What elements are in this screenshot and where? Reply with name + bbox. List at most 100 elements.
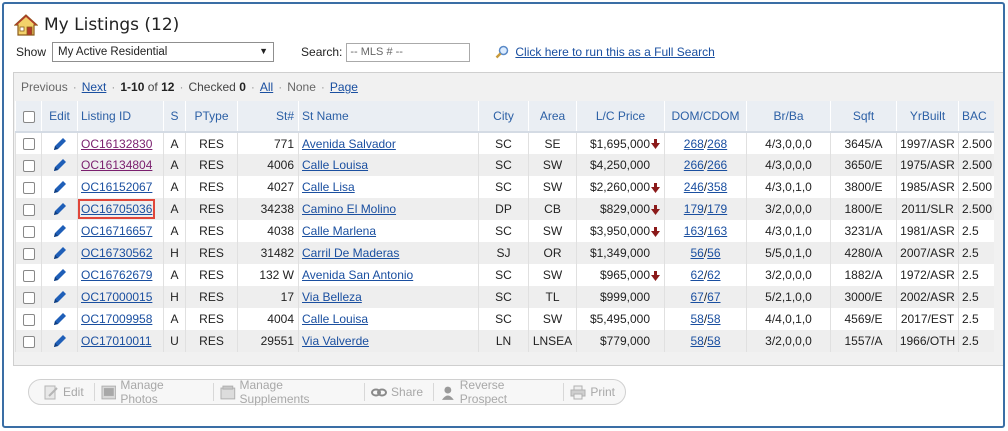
- col-header-price[interactable]: L/C Price: [576, 101, 665, 133]
- listing-id-link[interactable]: OC16762679: [81, 268, 152, 282]
- dom-link[interactable]: 246: [684, 180, 704, 194]
- print-button[interactable]: Print: [570, 385, 615, 400]
- cdom-link[interactable]: 58: [707, 334, 720, 348]
- street-name-link[interactable]: Avenida San Antonio: [302, 268, 413, 282]
- listing-id-link[interactable]: OC16716657: [81, 224, 152, 238]
- col-header-area[interactable]: Area: [528, 101, 577, 133]
- col-header-bac[interactable]: BAC: [958, 101, 994, 133]
- manage-photos-button[interactable]: Manage Photos: [101, 378, 203, 406]
- row-checkbox[interactable]: [22, 225, 35, 238]
- row-select-cell[interactable]: [15, 286, 42, 308]
- col-header-sqft[interactable]: Sqft: [830, 101, 897, 133]
- row-edit-button[interactable]: [41, 308, 78, 330]
- col-header-city[interactable]: City: [478, 101, 529, 133]
- row-checkbox[interactable]: [22, 313, 35, 326]
- col-header-dom[interactable]: DOM/CDOM: [664, 101, 747, 133]
- dom-link[interactable]: 179: [684, 202, 704, 216]
- col-header-street-name[interactable]: St Name: [298, 101, 479, 133]
- table-row[interactable]: OC16152067 A RES 4027 Calle Lisa SC SW $2,260,0…: [15, 176, 994, 198]
- row-checkbox[interactable]: [22, 181, 35, 194]
- listing-id-link[interactable]: OC16730562: [81, 246, 152, 260]
- row-edit-button[interactable]: [41, 264, 78, 286]
- dom-link[interactable]: 62: [690, 268, 703, 282]
- dom-link[interactable]: 266: [684, 158, 704, 172]
- table-row[interactable]: OC16132830 A RES 771 Avenida Salvador SC SE $1,…: [15, 132, 994, 154]
- edit-button[interactable]: Edit: [43, 385, 84, 400]
- dom-link[interactable]: 56: [690, 246, 703, 260]
- row-edit-button[interactable]: [41, 220, 78, 242]
- mls-search-input[interactable]: [346, 42, 471, 62]
- row-edit-button[interactable]: [41, 176, 78, 198]
- row-select-cell[interactable]: [15, 132, 42, 154]
- row-checkbox[interactable]: [22, 203, 35, 216]
- row-checkbox[interactable]: [22, 247, 35, 260]
- row-edit-button[interactable]: [41, 330, 78, 352]
- table-row[interactable]: OC17009958 A RES 4004 Calle Louisa SC SW $5,495…: [15, 308, 994, 330]
- select-all-checkbox[interactable]: [22, 110, 35, 123]
- cdom-link[interactable]: 58: [707, 312, 720, 326]
- table-row[interactable]: OC16705036 A RES 34238 Camino El Molino DP CB $…: [15, 198, 994, 220]
- cdom-link[interactable]: 179: [707, 202, 727, 216]
- row-checkbox[interactable]: [22, 269, 35, 282]
- cdom-link[interactable]: 62: [707, 268, 720, 282]
- dom-link[interactable]: 67: [690, 290, 703, 304]
- listing-id-link[interactable]: OC16152067: [81, 180, 152, 194]
- row-checkbox[interactable]: [22, 159, 35, 172]
- col-header-listing-id[interactable]: Listing ID: [77, 101, 164, 133]
- pager-next-link[interactable]: Next: [82, 80, 107, 94]
- row-edit-button[interactable]: [41, 242, 78, 264]
- cdom-link[interactable]: 358: [707, 180, 727, 194]
- listing-id-link[interactable]: OC17009958: [81, 312, 152, 326]
- table-row[interactable]: OC16716657 A RES 4038 Calle Marlena SC SW $3,95…: [15, 220, 994, 242]
- table-row[interactable]: OC17010011 U RES 29551 Via Valverde LN LNSEA $7…: [15, 330, 994, 352]
- row-checkbox[interactable]: [22, 138, 35, 151]
- col-header-yrbuilt[interactable]: YrBuilt: [896, 101, 959, 133]
- cdom-link[interactable]: 268: [707, 137, 727, 151]
- table-row[interactable]: OC16762679 A RES 132 W Avenida San Antonio SC…: [15, 264, 994, 286]
- table-row[interactable]: OC16730562 H RES 31482 Carril De Maderas SJ OR…: [15, 242, 994, 264]
- row-edit-button[interactable]: [41, 286, 78, 308]
- row-edit-button[interactable]: [41, 198, 78, 220]
- street-name-link[interactable]: Avenida Salvador: [302, 137, 396, 151]
- table-row[interactable]: OC16134804 A RES 4006 Calle Louisa SC SW $4,250…: [15, 154, 994, 176]
- col-header-status[interactable]: S: [163, 101, 186, 133]
- row-select-cell[interactable]: [15, 330, 42, 352]
- row-select-cell[interactable]: [15, 198, 42, 220]
- street-name-link[interactable]: Calle Louisa: [302, 158, 368, 172]
- street-name-link[interactable]: Carril De Maderas: [302, 246, 399, 260]
- street-name-link[interactable]: Via Belleza: [302, 290, 362, 304]
- row-select-cell[interactable]: [15, 308, 42, 330]
- row-checkbox[interactable]: [22, 335, 35, 348]
- manage-supplements-button[interactable]: Manage Supplements: [220, 378, 354, 406]
- cdom-link[interactable]: 56: [707, 246, 720, 260]
- row-edit-button[interactable]: [41, 132, 78, 154]
- full-search-link[interactable]: Click here to run this as a Full Search: [515, 45, 714, 59]
- cdom-link[interactable]: 163: [707, 224, 727, 238]
- street-name-link[interactable]: Via Valverde: [302, 334, 369, 348]
- dom-link[interactable]: 58: [690, 312, 703, 326]
- listing-id-link[interactable]: OC16132830: [81, 137, 152, 151]
- row-select-cell[interactable]: [15, 220, 42, 242]
- reverse-prospect-button[interactable]: Reverse Prospect: [440, 378, 553, 406]
- street-name-link[interactable]: Calle Lisa: [302, 180, 355, 194]
- table-row[interactable]: OC17000015 H RES 17 Via Belleza SC TL $999,000 6…: [15, 286, 994, 308]
- row-select-cell[interactable]: [15, 154, 42, 176]
- dom-link[interactable]: 163: [684, 224, 704, 238]
- listing-id-link[interactable]: OC17010011: [81, 334, 152, 348]
- cdom-link[interactable]: 67: [707, 290, 720, 304]
- col-header-street-number[interactable]: St#: [237, 101, 299, 133]
- select-page-link[interactable]: Page: [330, 80, 358, 94]
- street-name-link[interactable]: Calle Louisa: [302, 312, 368, 326]
- cdom-link[interactable]: 266: [707, 158, 727, 172]
- dom-link[interactable]: 58: [690, 334, 703, 348]
- row-select-cell[interactable]: [15, 242, 42, 264]
- dom-link[interactable]: 268: [684, 137, 704, 151]
- show-select[interactable]: My Active Residential ▼: [52, 42, 275, 62]
- row-select-cell[interactable]: [15, 264, 42, 286]
- row-edit-button[interactable]: [41, 154, 78, 176]
- header-select-all[interactable]: [15, 101, 42, 133]
- row-select-cell[interactable]: [15, 176, 42, 198]
- row-checkbox[interactable]: [22, 291, 35, 304]
- share-button[interactable]: Share: [371, 385, 423, 400]
- listing-id-link[interactable]: OC16134804: [81, 158, 152, 172]
